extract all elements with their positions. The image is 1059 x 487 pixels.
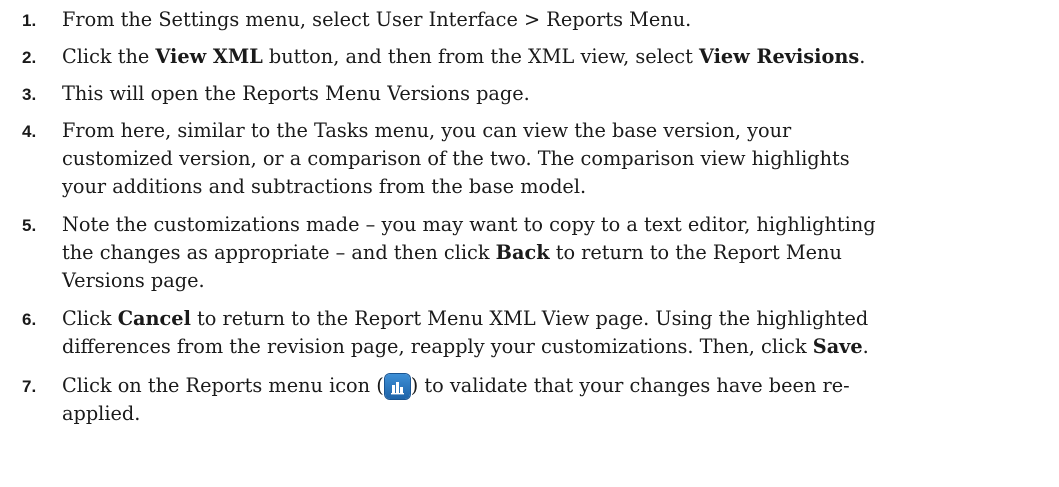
text-segment: applied. [62,402,141,425]
step-number: 1. [22,11,37,30]
reports-menu-icon [384,374,410,399]
step-text-line: Click Cancel to return to the Report Men… [62,305,1057,333]
step-text-line: From the Settings menu, select User Inte… [62,6,1057,34]
step-number: 5. [22,216,37,235]
text-segment: From here, similar to the Tasks menu, yo… [62,119,792,142]
step-text-line: your additions and subtractions from the… [62,173,1057,201]
step-text: From the Settings menu, select User Inte… [62,6,1057,34]
step-text: From here, similar to the Tasks menu, yo… [62,117,1057,201]
step-number: 4. [22,122,37,141]
step-text-line: Versions page. [62,267,1057,295]
step-text-line: Note the customizations made – you may w… [62,211,1057,239]
text-segment: your additions and subtractions from the… [62,175,587,198]
text-segment: customized version, or a comparison of t… [62,147,850,170]
step-item: 1. From the Settings menu, select User I… [0,6,1059,34]
step-text: Note the customizations made – you may w… [62,211,1057,295]
step-item: 5. Note the customizations made – you ma… [0,211,1059,295]
text-segment: differences from the revision page, reap… [62,335,813,358]
step-text-line: This will open the Reports Menu Versions… [62,80,1057,108]
step-text-line: Click the View XML button, and then from… [62,43,1057,71]
step-number: 7. [22,377,37,396]
step-text-line: From here, similar to the Tasks menu, yo… [62,117,1057,145]
text-segment: Click the [62,45,156,68]
text-segment: . [859,45,866,68]
text-segment: This will open the Reports Menu Versions… [62,82,530,105]
step-text: Click the View XML button, and then from… [62,43,1057,71]
step-text-line: applied. [62,400,1057,428]
bold-ui-term: Cancel [117,307,191,330]
step-item: 6. Click Cancel to return to the Report … [0,305,1059,361]
step-text-line: the changes as appropriate – and then cl… [62,239,1057,267]
text-segment: Click on the Reports menu icon ( [62,374,384,397]
text-segment: From the Settings menu, select User Inte… [62,8,692,31]
text-segment: . [862,335,869,358]
text-segment: the changes as appropriate – and then cl… [62,241,496,264]
bold-ui-term: View Revisions [698,45,860,68]
step-text: Click on the Reports menu icon ( ) to val… [62,372,1057,428]
step-number: 6. [22,310,37,329]
bold-ui-term: View XML [155,45,263,68]
step-number: 2. [22,48,37,67]
step-item: 7. Click on the Reports menu icon ( ) to … [0,372,1059,428]
step-text: This will open the Reports Menu Versions… [62,80,1057,108]
text-segment: button, and then from the XML view, sele… [262,45,699,68]
text-segment: to return to the Report Menu XML View pa… [190,307,869,330]
step-text: Click Cancel to return to the Report Men… [62,305,1057,361]
text-segment: Click [62,307,118,330]
text-segment: Versions page. [62,269,205,292]
step-number: 3. [22,85,37,104]
text-segment: ) to validate that your changes have bee… [410,374,850,397]
bold-ui-term: Back [495,241,550,264]
text-segment: to return to the Report Menu [549,241,842,264]
bold-ui-term: Save [812,335,863,358]
step-text-line: differences from the revision page, reap… [62,333,1057,361]
step-item: 2. Click the View XML button, and then f… [0,43,1059,71]
step-item: 4. From here, similar to the Tasks menu,… [0,117,1059,201]
step-text-line: Click on the Reports menu icon ( ) to val… [62,372,1057,400]
text-segment: Note the customizations made – you may w… [62,213,876,236]
step-item: 3. This will open the Reports Menu Versi… [0,80,1059,108]
step-text-line: customized version, or a comparison of t… [62,145,1057,173]
